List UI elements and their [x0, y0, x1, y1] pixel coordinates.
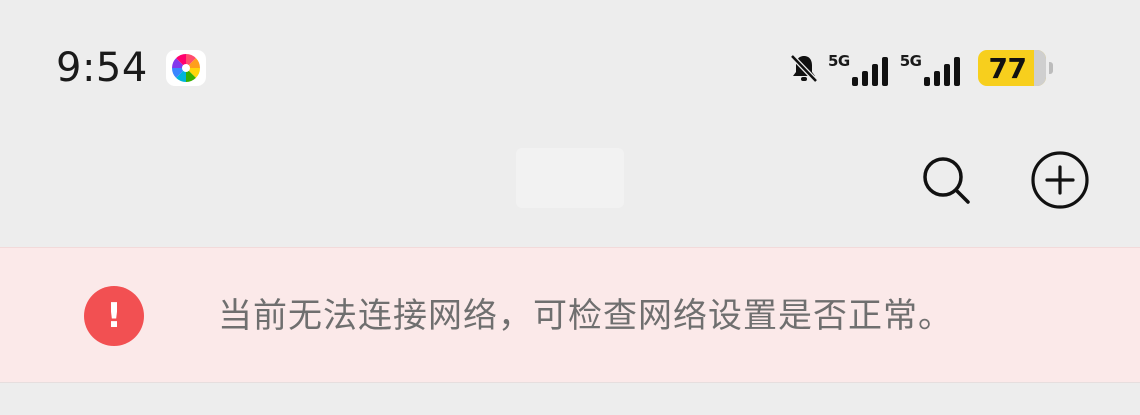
add-circle-icon [1031, 151, 1089, 209]
search-icon [923, 157, 970, 204]
alert-glyph: ! [106, 296, 122, 336]
network-error-message: 当前无法连接网络，可检查网络设置是否正常。 [218, 296, 953, 336]
network-signal-1: 5G [828, 50, 888, 86]
bell-muted-icon [786, 50, 822, 86]
network-error-banner[interactable]: ! 当前无法连接网络，可检查网络设置是否正常。 [0, 247, 1140, 383]
network-type-label: 5G [828, 52, 850, 70]
status-time: 9:54 [56, 45, 148, 91]
title-placeholder [516, 148, 624, 208]
battery-level: 77 [988, 51, 1027, 85]
add-button[interactable] [1030, 150, 1090, 210]
alert-circle-icon: ! [84, 286, 144, 346]
status-indicators: 5G 5G 77 [786, 48, 1053, 88]
network-signal-2: 5G [900, 50, 960, 86]
network-type-label: 5G [899, 52, 922, 70]
colorful-pinwheel-icon [166, 50, 206, 86]
signal-bars-icon [851, 56, 888, 86]
status-bar: 9:54 5G 5G 77 [0, 0, 1140, 120]
signal-bars-icon [923, 56, 960, 86]
search-button[interactable] [916, 150, 976, 210]
battery-icon: 77 [977, 50, 1053, 86]
